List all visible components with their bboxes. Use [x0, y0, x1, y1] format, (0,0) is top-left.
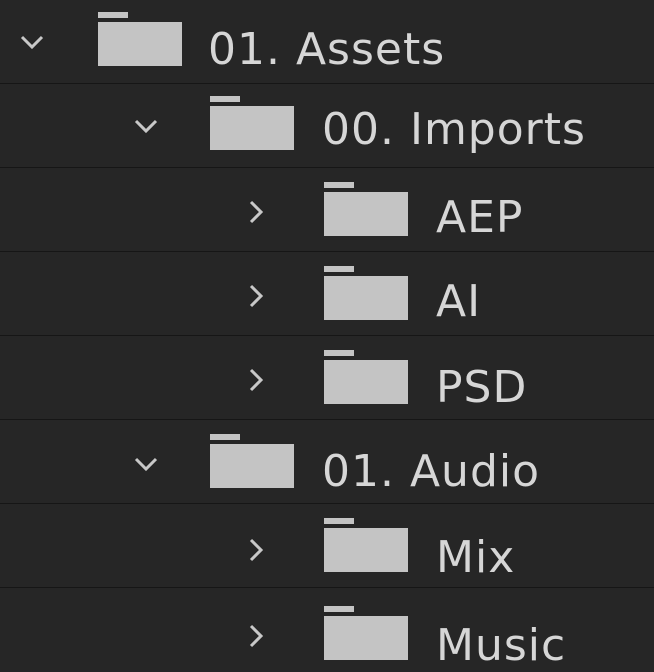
folder-icon — [98, 12, 182, 66]
chevron-right-icon[interactable] — [242, 536, 270, 564]
tree-row-music[interactable]: Music — [0, 588, 654, 672]
project-folder-tree: 01. Assets 00. Imports AEP AI PSD 01. Au… — [0, 0, 654, 668]
folder-icon — [324, 182, 408, 236]
tree-row-imports[interactable]: 00. Imports — [0, 84, 654, 168]
chevron-down-icon[interactable] — [132, 450, 160, 478]
folder-icon — [210, 434, 294, 488]
tree-item-label: 01. Assets — [208, 24, 446, 75]
chevron-right-icon[interactable] — [242, 366, 270, 394]
tree-row-assets[interactable]: 01. Assets — [0, 0, 654, 84]
folder-icon — [324, 518, 408, 572]
tree-item-label: Music — [436, 620, 567, 671]
folder-icon — [324, 350, 408, 404]
tree-row-mix[interactable]: Mix — [0, 504, 654, 588]
chevron-down-icon[interactable] — [18, 28, 46, 56]
folder-icon — [324, 606, 408, 660]
tree-row-audio[interactable]: 01. Audio — [0, 420, 654, 504]
tree-item-label: AI — [436, 276, 482, 327]
tree-item-label: PSD — [436, 362, 528, 413]
folder-icon — [210, 96, 294, 150]
tree-item-label: Mix — [436, 532, 516, 583]
folder-icon — [324, 266, 408, 320]
chevron-right-icon[interactable] — [242, 282, 270, 310]
chevron-right-icon[interactable] — [242, 198, 270, 226]
tree-item-label: 01. Audio — [322, 446, 541, 497]
tree-item-label: AEP — [436, 192, 524, 243]
tree-item-label: 00. Imports — [322, 104, 586, 155]
tree-row-ai[interactable]: AI — [0, 252, 654, 336]
tree-row-psd[interactable]: PSD — [0, 336, 654, 420]
chevron-down-icon[interactable] — [132, 112, 160, 140]
tree-row-aep[interactable]: AEP — [0, 168, 654, 252]
